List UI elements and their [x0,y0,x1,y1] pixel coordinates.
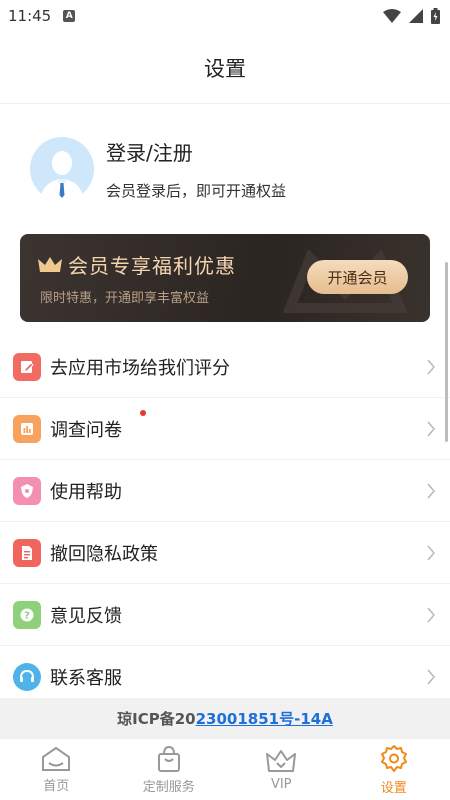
login-register-link[interactable]: 登录/注册 [106,137,286,166]
shopping-bag-icon [157,745,180,772]
status-left: 11:45 A [8,7,76,25]
vip-texts: 会员专享福利优惠 限时特惠，开通即享丰富权益 [38,250,236,306]
menu-item-help[interactable]: 使用帮助 [0,460,450,522]
home-icon [42,746,71,771]
chevron-right-icon [427,544,436,561]
chevron-right-icon [427,420,436,437]
avatar[interactable] [30,137,94,201]
vip-banner[interactable]: 会员专享福利优惠 限时特惠，开通即享丰富权益 开通会员 [20,234,430,322]
chevron-right-icon [427,358,436,375]
cell-signal-icon [409,9,423,23]
tab-label: 设置 [380,780,407,796]
crown-icon [266,749,297,772]
vip-subtitle: 限时特惠，开通即享丰富权益 [40,291,210,306]
bottom-tab-bar: 首页 定制服务 VIP 设置 [0,738,450,800]
status-bar: 11:45 A [0,0,450,32]
settings-menu: 去应用市场给我们评分 调查问卷 使用帮助 撤回隐私政策 ? 意见反馈 联系客服 [0,336,450,708]
tab-custom-service[interactable]: 定制服务 [113,739,226,800]
menu-item-rate-app[interactable]: 去应用市场给我们评分 [0,336,450,398]
edit-icon [13,352,41,381]
scrollbar[interactable] [445,262,448,442]
menu-item-feedback[interactable]: ? 意见反馈 [0,584,450,646]
menu-item-label: 意见反馈 [50,605,122,627]
user-login-card[interactable]: 登录/注册 会员登录后，即可开通权益 [0,104,450,234]
tab-vip[interactable]: VIP [225,739,338,800]
menu-item-label: 调查问卷 [50,419,122,441]
menu-item-survey[interactable]: 调查问卷 [0,398,450,460]
chevron-right-icon [427,482,436,499]
menu-item-label: 去应用市场给我们评分 [50,357,230,379]
crown-icon [38,256,62,272]
battery-icon [431,8,440,24]
document-icon [13,538,41,567]
status-right [383,8,440,24]
wifi-icon [383,9,401,23]
user-avatar-icon [30,137,94,201]
vip-title-row: 会员专享福利优惠 [38,250,236,279]
chevron-right-icon [427,669,436,685]
chevron-right-icon [427,606,436,623]
tab-label: 定制服务 [142,779,195,795]
headset-icon [13,663,41,691]
tab-home[interactable]: 首页 [0,739,113,800]
user-text: 登录/注册 会员登录后，即可开通权益 [106,137,286,201]
notification-dot [140,410,146,416]
menu-item-label: 撤回隐私政策 [50,543,158,565]
user-subtitle: 会员登录后，即可开通权益 [106,182,287,200]
icp-footer: 琼ICP备20 23001851号-14A [0,698,450,738]
open-vip-button[interactable]: 开通会员 [307,260,408,294]
chart-icon [13,414,41,443]
gear-icon [380,744,407,772]
menu-item-label: 联系客服 [50,668,122,689]
tab-label: 首页 [43,778,70,794]
accessibility-badge-icon: A [63,10,76,22]
menu-item-label: 使用帮助 [50,481,122,503]
shield-icon [13,476,41,505]
status-time: 11:45 [8,7,52,25]
tab-label: VIP [270,776,292,792]
icp-prefix: 琼ICP备20 [117,709,196,728]
icp-link[interactable]: 23001851号-14A [196,708,333,729]
question-icon: ? [13,600,41,629]
svg-text:?: ? [24,610,30,621]
menu-item-revoke-privacy[interactable]: 撤回隐私政策 [0,522,450,584]
tab-settings[interactable]: 设置 [338,739,450,800]
vip-title: 会员专享福利优惠 [68,254,236,278]
page-title: 设置 [0,32,450,104]
